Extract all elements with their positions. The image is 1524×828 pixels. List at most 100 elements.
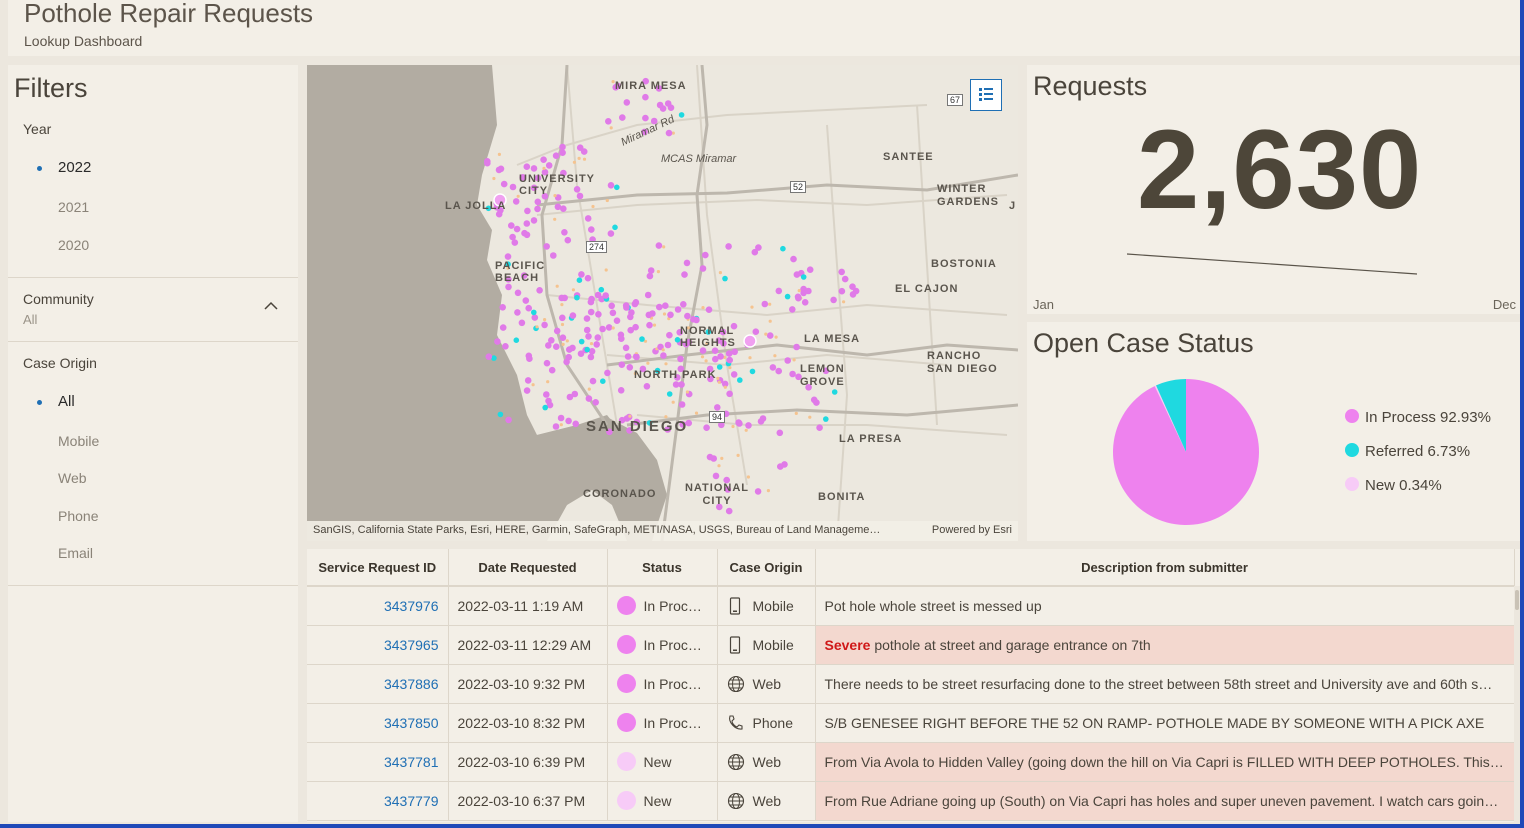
request-point[interactable] (716, 376, 720, 380)
request-point[interactable] (542, 166, 546, 170)
request-point[interactable] (667, 311, 674, 319)
request-point[interactable] (712, 472, 720, 480)
request-point[interactable] (561, 294, 568, 302)
request-point[interactable] (582, 157, 587, 161)
request-point[interactable] (666, 331, 673, 339)
request-point[interactable] (792, 358, 796, 362)
request-point[interactable] (588, 226, 595, 233)
request-point[interactable] (643, 383, 651, 390)
request-point[interactable] (553, 217, 557, 221)
request-point[interactable] (700, 355, 705, 359)
request-point[interactable] (830, 296, 837, 304)
request-id-link[interactable]: 3437976 (307, 586, 449, 626)
request-point[interactable] (599, 325, 606, 333)
request-point[interactable] (554, 203, 562, 211)
request-point[interactable] (841, 275, 849, 283)
request-point[interactable] (684, 312, 691, 320)
request-point[interactable] (748, 356, 752, 360)
request-id-link[interactable]: 3437779 (307, 781, 449, 821)
request-point[interactable] (718, 271, 722, 275)
request-point[interactable] (559, 423, 563, 427)
legend-new[interactable]: New 0.34% (1345, 477, 1442, 494)
request-point[interactable] (613, 317, 621, 324)
request-point[interactable] (585, 395, 593, 402)
request-point[interactable] (604, 268, 608, 272)
column-header-date[interactable]: Date Requested (448, 549, 608, 587)
request-point[interactable] (790, 255, 797, 263)
request-point[interactable] (561, 342, 565, 346)
request-point[interactable] (761, 300, 769, 308)
powered-by-esri[interactable]: Powered by Esri (932, 524, 1012, 536)
column-header-description[interactable]: Description from submitter (815, 549, 1515, 587)
request-point[interactable] (611, 326, 615, 330)
request-point[interactable] (541, 321, 548, 329)
column-header-origin[interactable]: Case Origin (717, 549, 816, 587)
request-point[interactable] (678, 401, 686, 408)
request-point[interactable] (540, 156, 547, 163)
request-point[interactable] (646, 361, 650, 365)
request-point[interactable] (508, 222, 515, 229)
request-point[interactable] (720, 456, 724, 460)
request-point[interactable] (604, 369, 611, 377)
request-point[interactable] (701, 306, 705, 310)
request-point[interactable] (602, 292, 609, 299)
request-point[interactable] (842, 300, 846, 304)
request-point[interactable] (755, 244, 762, 251)
request-point[interactable] (768, 302, 772, 306)
request-point[interactable] (757, 418, 765, 425)
request-point[interactable] (546, 380, 550, 384)
table-row[interactable]: 3437850 2022-03-10 8:32 PM In Process Phone… (307, 703, 1515, 743)
request-point[interactable] (672, 381, 680, 388)
request-point[interactable] (664, 362, 668, 366)
year-option-2022[interactable]: 2022 (58, 159, 91, 176)
request-id-link[interactable]: 3437850 (307, 703, 449, 743)
request-point[interactable] (594, 334, 602, 341)
year-option-2021[interactable]: 2021 (58, 199, 89, 215)
request-point[interactable] (505, 283, 512, 291)
request-point[interactable] (849, 283, 856, 290)
request-point[interactable] (639, 336, 645, 342)
request-point[interactable] (619, 114, 626, 121)
request-point[interactable] (664, 341, 672, 349)
request-point[interactable] (585, 333, 592, 340)
request-point[interactable] (523, 220, 531, 227)
request-point[interactable] (754, 488, 762, 495)
request-point[interactable] (518, 319, 526, 327)
request-id-link[interactable]: 3437965 (307, 625, 449, 665)
request-point[interactable] (674, 306, 682, 313)
request-point[interactable] (705, 306, 713, 313)
request-point[interactable] (484, 159, 491, 167)
request-point[interactable] (576, 277, 583, 283)
request-point[interactable] (497, 411, 504, 418)
request-id-link[interactable]: 3437886 (307, 664, 449, 704)
request-point[interactable] (534, 205, 541, 213)
request-point[interactable] (494, 338, 501, 345)
request-point[interactable] (736, 420, 743, 427)
request-point[interactable] (593, 341, 600, 348)
request-point[interactable] (731, 348, 738, 356)
request-point[interactable] (492, 176, 496, 181)
request-point[interactable] (749, 368, 756, 375)
request-point[interactable] (497, 165, 505, 173)
request-point[interactable] (612, 224, 618, 231)
request-point[interactable] (560, 322, 565, 327)
request-point[interactable] (631, 300, 639, 308)
request-point[interactable] (583, 326, 591, 334)
request-point[interactable] (750, 305, 754, 309)
request-point[interactable] (737, 377, 743, 383)
request-point[interactable] (808, 415, 812, 419)
request-point[interactable] (572, 160, 576, 164)
request-point[interactable] (775, 287, 783, 295)
request-point[interactable] (764, 332, 768, 336)
request-point[interactable] (531, 314, 539, 321)
request-point[interactable] (545, 162, 553, 169)
request-point[interactable] (499, 304, 506, 311)
request-point[interactable] (571, 288, 575, 292)
request-point[interactable] (559, 314, 566, 322)
request-point[interactable] (683, 259, 691, 267)
request-point[interactable] (591, 204, 595, 209)
request-point[interactable] (794, 411, 798, 415)
request-point[interactable] (524, 377, 532, 384)
request-point[interactable] (655, 242, 663, 249)
request-point[interactable] (662, 245, 666, 249)
